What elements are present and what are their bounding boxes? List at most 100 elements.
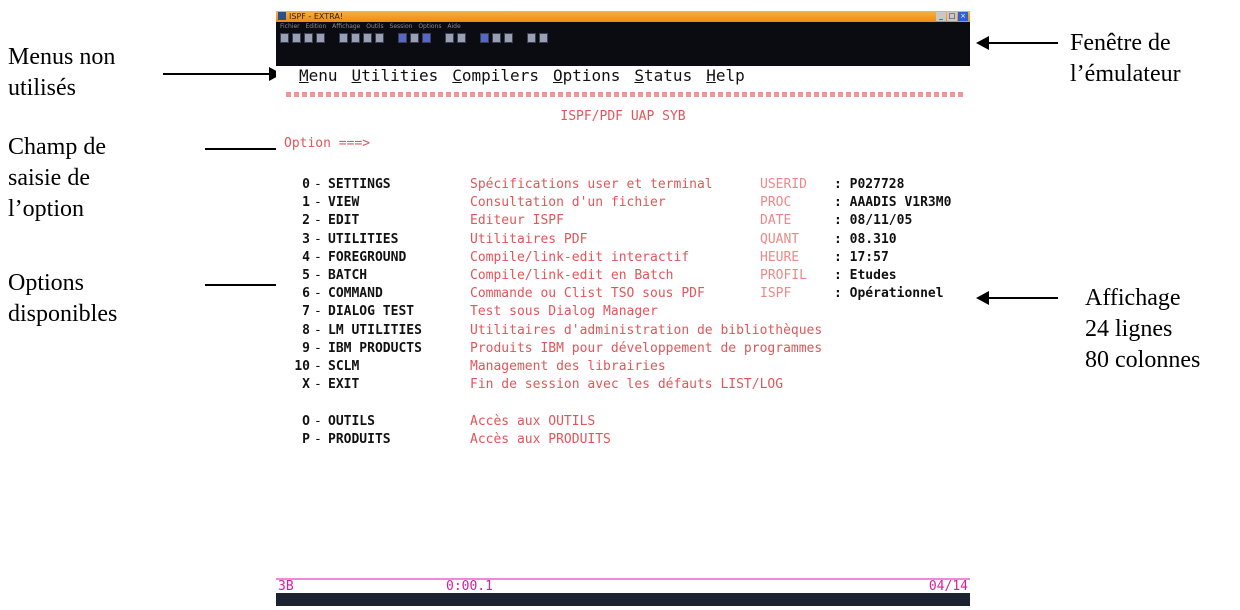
- exit-icon[interactable]: [539, 33, 548, 43]
- option-description: Compile/link-edit interactif: [470, 249, 690, 265]
- option-description: Spécifications user et terminal: [470, 177, 713, 192]
- response-time: 0:00.1: [446, 579, 493, 594]
- option-description: Fin de session avec les défauts LIST/LOG: [470, 377, 784, 393]
- option-key: P: [302, 431, 310, 447]
- info-label: PROC: [760, 195, 792, 211]
- minimize-icon[interactable]: _: [936, 12, 946, 21]
- option-name: SCLM: [328, 359, 360, 374]
- terminal-action-bar: Menu Utilities Compilers Options Status Help: [299, 66, 759, 86]
- new-session-icon[interactable]: [280, 33, 289, 43]
- option-dash: -: [314, 195, 322, 211]
- option-key: X: [302, 377, 310, 393]
- option-description: Accès aux PRODUITS: [470, 431, 611, 447]
- option-name: VIEW: [328, 195, 360, 211]
- option-dash: -: [314, 249, 322, 265]
- annotation-display: Affichage 24 lignes 80 colonnes: [1085, 283, 1200, 376]
- option-key: 7: [302, 304, 310, 320]
- cut-icon[interactable]: [339, 33, 348, 43]
- option-key: 2: [302, 213, 310, 229]
- option-prompt[interactable]: Option ===>: [284, 136, 370, 151]
- emulator-toolbar: [280, 33, 548, 43]
- annotation-text: disponibles: [8, 301, 118, 327]
- toolbar-separator: [516, 33, 524, 43]
- terminal-menu-menu[interactable]: Menu: [299, 66, 338, 85]
- option-description: Management des librairies: [470, 359, 666, 374]
- option-name: LM UTILITIES: [328, 322, 422, 338]
- annotation-text: 80 colonnes: [1085, 347, 1201, 373]
- option-dash: -: [314, 304, 322, 320]
- maximize-icon[interactable]: □: [947, 12, 957, 21]
- option-key: 5: [302, 268, 310, 283]
- annotation-options: Options disponibles: [8, 268, 117, 330]
- arrow-to-window: [976, 36, 1058, 50]
- emulator-title-bar[interactable]: ISPF - EXTRA! _ □ ×: [276, 11, 970, 22]
- option-description: Utilitaires d'administration de biblioth…: [470, 322, 823, 338]
- option-dash: -: [314, 322, 322, 338]
- option-description: Produits IBM pour développement de progr…: [470, 340, 823, 356]
- option-description: Test sous Dialog Manager: [470, 304, 658, 320]
- color-icon[interactable]: [492, 33, 501, 43]
- option-key: O: [302, 413, 310, 429]
- option-description: Commande ou Clist TSO sous PDF: [470, 286, 705, 302]
- open-icon[interactable]: [292, 33, 301, 43]
- terminal-menu-help[interactable]: Help: [706, 66, 745, 85]
- transfer-icon[interactable]: [445, 33, 454, 43]
- option-dash: -: [314, 177, 322, 192]
- option-dash: -: [314, 268, 322, 283]
- macro-icon[interactable]: [422, 33, 431, 43]
- info-label: QUANT: [760, 231, 800, 247]
- option-dash: -: [314, 340, 322, 356]
- annotation-option-field: Champ de saisie de l’option: [8, 132, 106, 225]
- annotation-text: l’émulateur: [1070, 61, 1181, 87]
- find-icon[interactable]: [375, 33, 384, 43]
- copy-icon[interactable]: [351, 33, 360, 43]
- annotation-menus: Menus non utilisés: [8, 42, 115, 104]
- info-value: : Opérationnel: [834, 286, 944, 302]
- close-icon[interactable]: ×: [958, 12, 968, 21]
- terminal-menu-options[interactable]: Options: [553, 66, 620, 85]
- terminal-status-line: 3B 0:00.1 04/14: [276, 578, 970, 594]
- window-title: ISPF - EXTRA!: [289, 12, 344, 21]
- option-name: UTILITIES: [328, 231, 399, 247]
- info-value: : 17:57: [834, 249, 889, 265]
- option-description: Compile/link-edit en Batch: [470, 268, 674, 283]
- terminal-menu-status[interactable]: Status: [634, 66, 692, 85]
- app-icon: [278, 12, 286, 20]
- settings-icon[interactable]: [480, 33, 489, 43]
- option-name: EXIT: [328, 377, 360, 393]
- info-value: : 08.310: [834, 231, 897, 247]
- terminal-menu-compilers[interactable]: Compilers: [452, 66, 539, 85]
- option-name: FOREGROUND: [328, 249, 407, 265]
- connect-icon[interactable]: [398, 33, 407, 43]
- window-controls: _ □ ×: [936, 12, 968, 21]
- info-label: USERID: [760, 177, 807, 192]
- annotation-text: Options: [8, 270, 85, 296]
- option-key: 9: [302, 340, 310, 356]
- info-value: : AAADIS V1R3M0: [834, 195, 952, 211]
- annotation-text: Affichage: [1085, 285, 1181, 311]
- keyboard-icon[interactable]: [457, 33, 466, 43]
- save-icon[interactable]: [304, 33, 313, 43]
- annotation-text: saisie de: [8, 165, 90, 191]
- option-name: BATCH: [328, 268, 368, 283]
- option-key: 6: [302, 286, 310, 302]
- toolbar-separator: [328, 33, 336, 43]
- info-value: : 08/11/05: [834, 213, 913, 229]
- paste-icon[interactable]: [363, 33, 372, 43]
- about-icon[interactable]: [527, 33, 536, 43]
- annotation-text: utilisés: [8, 75, 77, 101]
- option-description: Accès aux OUTILS: [470, 413, 596, 429]
- print-icon[interactable]: [316, 33, 325, 43]
- option-dash: -: [314, 431, 322, 447]
- emulator-menubar[interactable]: Fichier Edition Affichage Outils Session…: [280, 23, 461, 31]
- help-icon[interactable]: [504, 33, 513, 43]
- option-name: COMMAND: [328, 286, 383, 302]
- disconnect-icon[interactable]: [410, 33, 419, 43]
- toolbar-separator: [434, 33, 442, 43]
- toolbar-separator: [387, 33, 395, 43]
- terminal-menu-utilities[interactable]: Utilities: [352, 66, 439, 85]
- terminal-screen[interactable]: Menu Utilities Compilers Options Status Help …: [276, 66, 970, 606]
- info-label: ISPF: [760, 286, 792, 302]
- annotation-text: Champ de: [8, 134, 106, 160]
- info-label: DATE: [760, 213, 792, 229]
